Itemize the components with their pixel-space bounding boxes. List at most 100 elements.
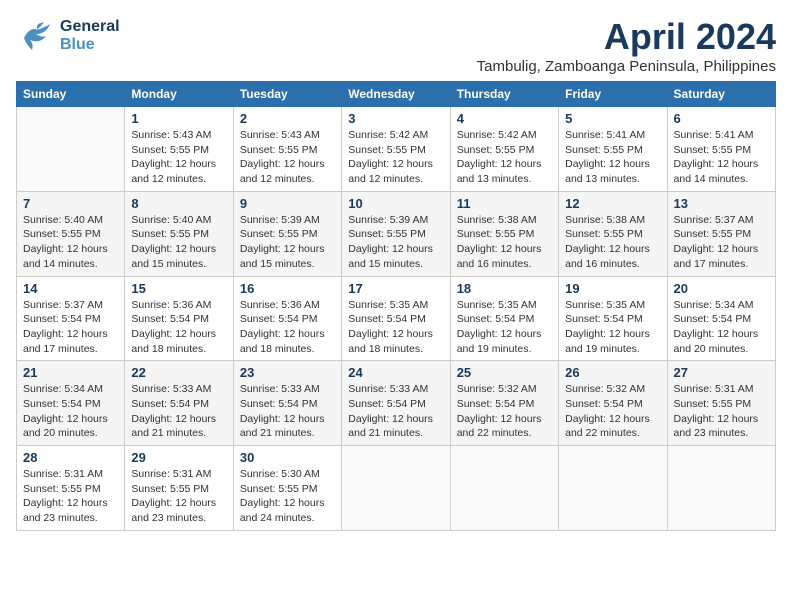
day-number: 5 <box>565 111 660 126</box>
calendar-day: 14Sunrise: 5:37 AM Sunset: 5:54 PM Dayli… <box>17 276 125 361</box>
day-header-wednesday: Wednesday <box>342 82 450 107</box>
calendar-day: 7Sunrise: 5:40 AM Sunset: 5:55 PM Daylig… <box>17 191 125 276</box>
day-number: 20 <box>674 281 769 296</box>
day-number: 18 <box>457 281 552 296</box>
day-info: Sunrise: 5:43 AM Sunset: 5:55 PM Dayligh… <box>131 128 226 187</box>
day-number: 11 <box>457 196 552 211</box>
calendar-day: 13 Sunrise: 5:37 AM Sunset: 5:55 PM Dayli… <box>667 191 775 276</box>
calendar-day: 2 Sunrise: 5:43 AM Sunset: 5:55 PM Daylig… <box>233 107 341 192</box>
day-number: 2 <box>240 111 335 126</box>
day-info: Sunrise: 5:42 AM Sunset: 5:55 PM Dayligh… <box>348 128 443 187</box>
calendar-day: 16 Sunrise: 5:36 AM Sunset: 5:54 PM Dayli… <box>233 276 341 361</box>
day-info: Sunrise: 5:35 AM Sunset: 5:54 PM Dayligh… <box>348 298 443 357</box>
day-info: Sunrise: 5:34 AM Sunset: 5:54 PM Dayligh… <box>674 298 769 357</box>
day-info: Sunrise: 5:30 AM Sunset: 5:55 PM Dayligh… <box>240 467 335 526</box>
logo-blue-text: Blue <box>60 36 120 54</box>
day-info: Sunrise: 5:32 AM Sunset: 5:54 PM Dayligh… <box>565 382 660 441</box>
day-number: 4 <box>457 111 552 126</box>
calendar-day: 11Sunrise: 5:38 AM Sunset: 5:55 PM Dayli… <box>450 191 558 276</box>
calendar-day: 27Sunrise: 5:31 AM Sunset: 5:55 PM Dayli… <box>667 361 775 446</box>
calendar-day: 28 Sunrise: 5:31 AM Sunset: 5:55 PM Dayli… <box>17 446 125 531</box>
calendar-day: 21 Sunrise: 5:34 AM Sunset: 5:54 PM Dayli… <box>17 361 125 446</box>
day-header-sunday: Sunday <box>17 82 125 107</box>
calendar-day: 22 Sunrise: 5:33 AM Sunset: 5:54 PM Dayli… <box>125 361 233 446</box>
day-info: Sunrise: 5:41 AM Sunset: 5:55 PM Dayligh… <box>674 128 769 187</box>
day-number: 30 <box>240 450 335 465</box>
day-info: Sunrise: 5:31 AM Sunset: 5:55 PM Dayligh… <box>23 467 118 526</box>
location-subtitle: Tambulig, Zamboanga Peninsula, Philippin… <box>477 58 776 75</box>
day-number: 19 <box>565 281 660 296</box>
day-number: 8 <box>131 196 226 211</box>
calendar-day: 15 Sunrise: 5:36 AM Sunset: 5:54 PM Dayli… <box>125 276 233 361</box>
day-number: 16 <box>240 281 335 296</box>
day-number: 22 <box>131 365 226 380</box>
day-info: Sunrise: 5:36 AM Sunset: 5:54 PM Dayligh… <box>240 298 335 357</box>
calendar-day <box>667 446 775 531</box>
days-header-row: SundayMondayTuesdayWednesdayThursdayFrid… <box>17 82 776 107</box>
day-info: Sunrise: 5:40 AM Sunset: 5:55 PM Dayligh… <box>23 213 118 272</box>
logo-words: General Blue <box>60 18 120 54</box>
calendar-day: 19 Sunrise: 5:35 AM Sunset: 5:54 PM Dayli… <box>559 276 667 361</box>
calendar-day: 9Sunrise: 5:39 AM Sunset: 5:55 PM Daylig… <box>233 191 341 276</box>
calendar-day: 29 Sunrise: 5:31 AM Sunset: 5:55 PM Dayli… <box>125 446 233 531</box>
calendar-week-5: 28 Sunrise: 5:31 AM Sunset: 5:55 PM Dayli… <box>17 446 776 531</box>
calendar-week-4: 21 Sunrise: 5:34 AM Sunset: 5:54 PM Dayli… <box>17 361 776 446</box>
calendar-day <box>450 446 558 531</box>
calendar-day <box>342 446 450 531</box>
calendar-day: 1 Sunrise: 5:43 AM Sunset: 5:55 PM Daylig… <box>125 107 233 192</box>
day-number: 17 <box>348 281 443 296</box>
logo-icon <box>16 16 56 56</box>
title-area: April 2024 Tambulig, Zamboanga Peninsula… <box>477 16 776 75</box>
calendar-day: 26 Sunrise: 5:32 AM Sunset: 5:54 PM Dayli… <box>559 361 667 446</box>
day-info: Sunrise: 5:41 AM Sunset: 5:55 PM Dayligh… <box>565 128 660 187</box>
day-header-saturday: Saturday <box>667 82 775 107</box>
calendar-week-1: 1 Sunrise: 5:43 AM Sunset: 5:55 PM Daylig… <box>17 107 776 192</box>
day-number: 12 <box>565 196 660 211</box>
day-number: 23 <box>240 365 335 380</box>
calendar-day: 20 Sunrise: 5:34 AM Sunset: 5:54 PM Dayli… <box>667 276 775 361</box>
calendar-day: 24Sunrise: 5:33 AM Sunset: 5:54 PM Dayli… <box>342 361 450 446</box>
day-info: Sunrise: 5:42 AM Sunset: 5:55 PM Dayligh… <box>457 128 552 187</box>
day-info: Sunrise: 5:34 AM Sunset: 5:54 PM Dayligh… <box>23 382 118 441</box>
calendar-day: 3 Sunrise: 5:42 AM Sunset: 5:55 PM Daylig… <box>342 107 450 192</box>
day-number: 21 <box>23 365 118 380</box>
day-info: Sunrise: 5:35 AM Sunset: 5:54 PM Dayligh… <box>565 298 660 357</box>
day-number: 3 <box>348 111 443 126</box>
day-info: Sunrise: 5:32 AM Sunset: 5:54 PM Dayligh… <box>457 382 552 441</box>
calendar-day: 23 Sunrise: 5:33 AM Sunset: 5:54 PM Dayli… <box>233 361 341 446</box>
day-info: Sunrise: 5:33 AM Sunset: 5:54 PM Dayligh… <box>240 382 335 441</box>
day-info: Sunrise: 5:35 AM Sunset: 5:54 PM Dayligh… <box>457 298 552 357</box>
calendar-day: 17 Sunrise: 5:35 AM Sunset: 5:54 PM Dayli… <box>342 276 450 361</box>
day-number: 28 <box>23 450 118 465</box>
day-info: Sunrise: 5:31 AM Sunset: 5:55 PM Dayligh… <box>131 467 226 526</box>
day-header-tuesday: Tuesday <box>233 82 341 107</box>
calendar-day: 30 Sunrise: 5:30 AM Sunset: 5:55 PM Dayli… <box>233 446 341 531</box>
calendar-day: 18 Sunrise: 5:35 AM Sunset: 5:54 PM Dayli… <box>450 276 558 361</box>
calendar-week-3: 14Sunrise: 5:37 AM Sunset: 5:54 PM Dayli… <box>17 276 776 361</box>
calendar-day: 4 Sunrise: 5:42 AM Sunset: 5:55 PM Daylig… <box>450 107 558 192</box>
calendar-week-2: 7Sunrise: 5:40 AM Sunset: 5:55 PM Daylig… <box>17 191 776 276</box>
calendar-table: SundayMondayTuesdayWednesdayThursdayFrid… <box>16 81 776 531</box>
day-info: Sunrise: 5:37 AM Sunset: 5:55 PM Dayligh… <box>674 213 769 272</box>
day-number: 1 <box>131 111 226 126</box>
day-header-monday: Monday <box>125 82 233 107</box>
day-info: Sunrise: 5:43 AM Sunset: 5:55 PM Dayligh… <box>240 128 335 187</box>
logo: General Blue <box>16 16 120 56</box>
day-header-friday: Friday <box>559 82 667 107</box>
day-info: Sunrise: 5:36 AM Sunset: 5:54 PM Dayligh… <box>131 298 226 357</box>
day-number: 26 <box>565 365 660 380</box>
day-number: 24 <box>348 365 443 380</box>
day-number: 15 <box>131 281 226 296</box>
day-info: Sunrise: 5:38 AM Sunset: 5:55 PM Dayligh… <box>565 213 660 272</box>
calendar-day <box>559 446 667 531</box>
calendar-day <box>17 107 125 192</box>
day-number: 10 <box>348 196 443 211</box>
logo-general-text: General <box>60 18 120 36</box>
day-info: Sunrise: 5:39 AM Sunset: 5:55 PM Dayligh… <box>240 213 335 272</box>
day-info: Sunrise: 5:37 AM Sunset: 5:54 PM Dayligh… <box>23 298 118 357</box>
day-number: 6 <box>674 111 769 126</box>
calendar-day: 5 Sunrise: 5:41 AM Sunset: 5:55 PM Daylig… <box>559 107 667 192</box>
day-number: 29 <box>131 450 226 465</box>
day-info: Sunrise: 5:33 AM Sunset: 5:54 PM Dayligh… <box>131 382 226 441</box>
day-number: 13 <box>674 196 769 211</box>
